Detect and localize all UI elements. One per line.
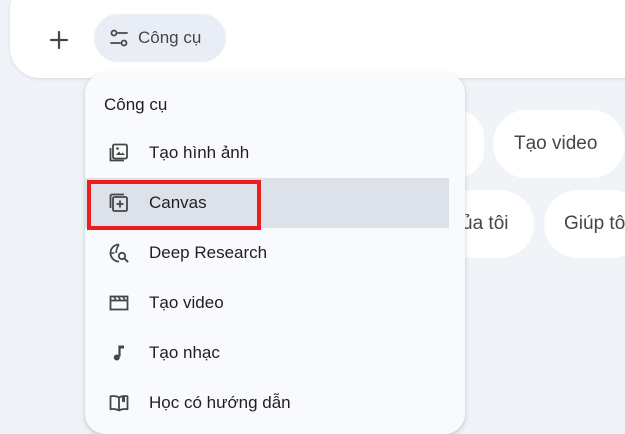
tools-button[interactable]: Công cụ	[94, 14, 226, 62]
deep-research-icon	[107, 241, 131, 265]
menu-item-label: Canvas	[149, 193, 207, 212]
suggestion-chip-help[interactable]: Giúp tô	[544, 190, 625, 258]
tools-menu: Công cụ Tạo hình ảnh Canvas Deep Researc…	[85, 73, 465, 434]
image-gallery-icon	[107, 141, 131, 165]
menu-item-label: Học có hướng dẫn	[149, 393, 291, 412]
music-note-icon	[107, 341, 131, 365]
menu-item-label: Deep Research	[149, 243, 268, 262]
canvas-add-icon	[107, 191, 131, 215]
prompt-input-card: Công cụ	[10, 0, 625, 78]
menu-item-label: Tạo nhạc	[149, 343, 220, 362]
add-button[interactable]	[43, 24, 75, 56]
clapperboard-icon	[107, 291, 131, 315]
menu-item-create-image[interactable]: Tạo hình ảnh	[85, 128, 449, 178]
menu-item-canvas[interactable]: Canvas	[85, 178, 449, 228]
open-book-icon	[107, 391, 131, 415]
chip-label: Giúp tô	[564, 213, 625, 234]
tune-icon	[110, 29, 128, 47]
menu-title: Công cụ	[104, 95, 168, 114]
menu-item-deep-research[interactable]: Deep Research	[85, 228, 449, 278]
chip-label: ủa tôi	[462, 213, 509, 234]
menu-item-create-video[interactable]: Tạo video	[85, 278, 449, 328]
menu-item-create-music[interactable]: Tạo nhạc	[85, 328, 449, 378]
plus-icon	[49, 30, 69, 50]
chip-label: Tạo video	[514, 133, 598, 154]
tools-button-label: Công cụ	[138, 28, 202, 47]
menu-item-label: Tạo hình ảnh	[149, 143, 250, 162]
menu-item-label: Tạo video	[149, 293, 224, 312]
menu-item-guided-learning[interactable]: Học có hướng dẫn	[85, 378, 449, 428]
suggestion-chip-video[interactable]: Tạo video	[493, 110, 625, 178]
